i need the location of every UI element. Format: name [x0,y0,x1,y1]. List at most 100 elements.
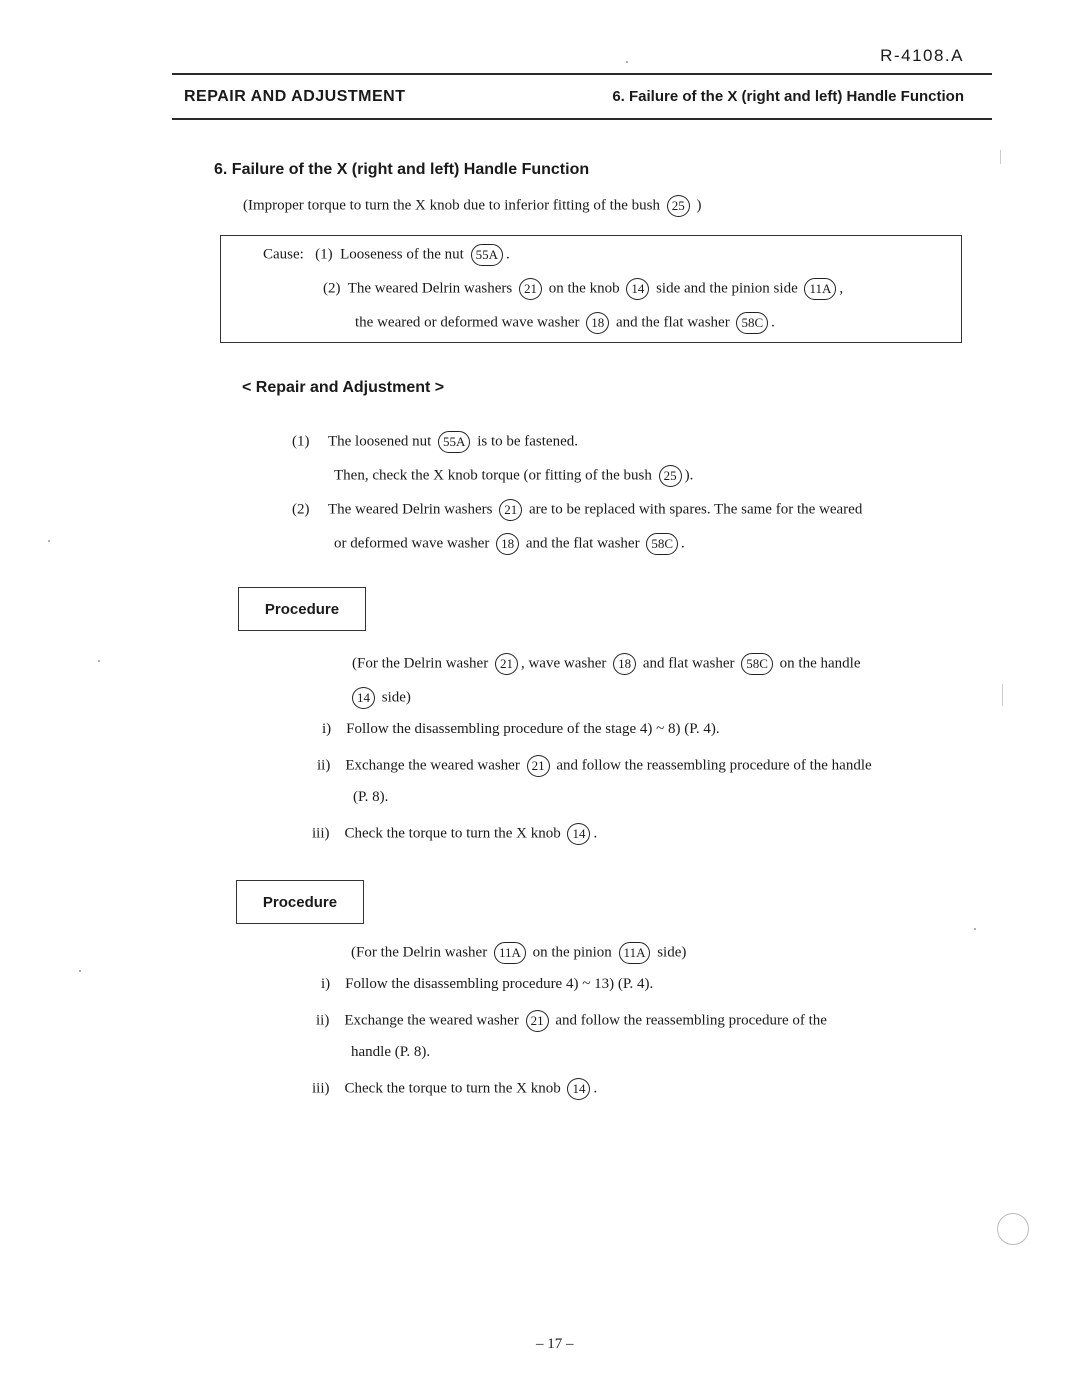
item-text: on the knob [548,280,620,297]
part-ref-callout: 14 [567,1078,591,1100]
part-ref-callout: 18 [496,533,520,555]
part-ref-callout: 18 [586,312,610,334]
header-rule-top [172,73,992,75]
section-title: 6. Failure of the X (right and left) Han… [214,161,590,178]
step-number: ii) [317,757,331,774]
item-text: are to be replaced with spares. The same… [529,501,863,518]
repair-item-2-cont: or deformed wave washer 18 and the flat … [334,533,685,555]
repair-item-1-cont: Then, check the X knob torque (or fittin… [334,465,693,487]
step-text: Follow the disassembling procedure of th… [346,721,720,737]
cause-label: Cause: [263,246,304,263]
item-text: The weared Delrin washers [327,501,493,518]
item-number: (1) [292,433,310,450]
part-ref-callout: 11A [618,942,651,964]
step-number: ii) [316,1012,330,1029]
item-text: on the pinion [532,944,612,961]
scan-speck [48,540,50,542]
part-ref-callout: 14 [626,278,650,300]
part-ref-callout: 58C [646,533,678,555]
item-text: is to be fastened. [477,433,578,450]
scan-speck [626,61,628,63]
step-text: and follow the reassembling procedure of… [555,1012,827,1029]
scan-speck [79,970,81,972]
repair-item-2: (2) The weared Delrin washers 21 are to … [292,499,862,521]
cause-item-1: Cause: (1) Looseness of the nut 55A. [263,244,510,266]
item-text: The loosened nut [327,433,432,450]
item-text: or deformed wave washer [334,535,490,552]
item-text: Then, check the X knob torque (or fittin… [334,467,652,484]
procedure1-step-2: ii) Exchange the weared washer 21 and fo… [317,755,872,777]
procedure1-step-2-cont: (P. 8). [353,789,388,806]
procedure1-intro: (For the Delrin washer 21, wave washer 1… [352,653,860,675]
procedure2-step-1: i) Follow the disassembling procedure 4)… [321,976,653,993]
item-text: (For the Delrin washer [352,655,489,672]
repair-item-1: (1) The loosened nut 55A is to be fasten… [292,431,578,453]
part-ref-callout: 21 [494,653,518,675]
item-text: . [771,314,775,331]
procedure1-intro-cont: 14 side) [349,687,411,709]
part-ref-callout: 14 [352,687,375,709]
item-text: Looseness of the nut [340,246,464,263]
step-number: iii) [312,825,330,842]
item-text: the weared or deformed wave washer [355,314,580,331]
part-ref-callout: 58C [741,653,773,675]
document-number: R-4108.A [880,46,964,65]
part-ref-callout: 21 [526,755,550,777]
procedure1-step-1: i) Follow the disassembling procedure of… [322,721,720,738]
item-number: (2) [323,280,341,297]
step-text: handle (P. 8). [351,1044,431,1060]
procedure2-step-2: ii) Exchange the weared washer 21 and fo… [316,1010,827,1032]
scan-speck [98,660,100,662]
procedure2-step-3: iii) Check the torque to turn the X knob… [312,1078,597,1100]
page-number: – 17 – [536,1336,574,1352]
part-ref-callout: 25 [658,465,682,487]
item-number: (2) [292,501,310,518]
part-ref-callout: 55A [438,431,471,453]
punch-hole-mark [997,1213,1029,1245]
item-text: , wave washer [520,655,607,672]
step-text: (P. 8). [353,789,389,805]
scan-speck [974,928,976,930]
cause-item-2: (2) The weared Delrin washers 21 on the … [323,278,843,300]
part-ref-callout: 55A [470,244,503,266]
cause-item-2-cont: the weared or deformed wave washer 18 an… [355,312,775,334]
header-chapter-title: REPAIR AND ADJUSTMENT [184,88,406,105]
step-text: . [593,1080,598,1097]
item-text: (For the Delrin washer [351,944,488,961]
part-ref-callout: 21 [499,499,523,521]
step-text: Exchange the weared washer [345,757,520,774]
step-text: and follow the reassembling procedure of… [556,757,872,774]
procedure1-step-3: iii) Check the torque to turn the X knob… [312,823,597,845]
item-text: side) [381,689,411,706]
step-text: Check the torque to turn the X knob [344,825,561,842]
subtitle-close: ) [696,197,702,214]
item-text: . [680,535,685,552]
item-text: side and the pinion side [656,280,798,297]
item-text: The weared Delrin washers [347,280,513,297]
part-ref-callout: 21 [519,278,542,300]
procedure2-intro: (For the Delrin washer 11A on the pinion… [351,942,686,964]
procedure2-step-2-cont: handle (P. 8). [351,1044,430,1061]
margin-mark [1002,684,1003,706]
item-text: and the flat washer [525,535,640,552]
step-number: i) [322,721,332,737]
step-text: Exchange the weared washer [344,1012,519,1029]
part-ref-callout: 58C [736,312,769,334]
subtitle-text: (Improper torque to turn the X knob due … [243,197,660,214]
item-text: , [839,280,844,297]
item-text: and flat washer [642,655,735,672]
item-text: . [505,246,510,263]
repair-heading: < Repair and Adjustment > [242,379,445,396]
step-text: Check the torque to turn the X knob [344,1080,561,1097]
procedure-label-box: Procedure [236,880,364,924]
step-text: . [593,825,598,842]
item-text: ). [684,467,694,484]
part-ref-callout: 21 [525,1010,549,1032]
section-subtitle: (Improper torque to turn the X knob due … [243,195,702,217]
part-ref-callout: 18 [613,653,637,675]
item-text: on the handle [779,655,861,672]
step-number: iii) [312,1080,330,1097]
part-ref-callout: 11A [804,278,837,300]
step-text: Follow the disassembling procedure 4) ~ … [345,976,654,992]
item-text: side) [657,944,687,961]
